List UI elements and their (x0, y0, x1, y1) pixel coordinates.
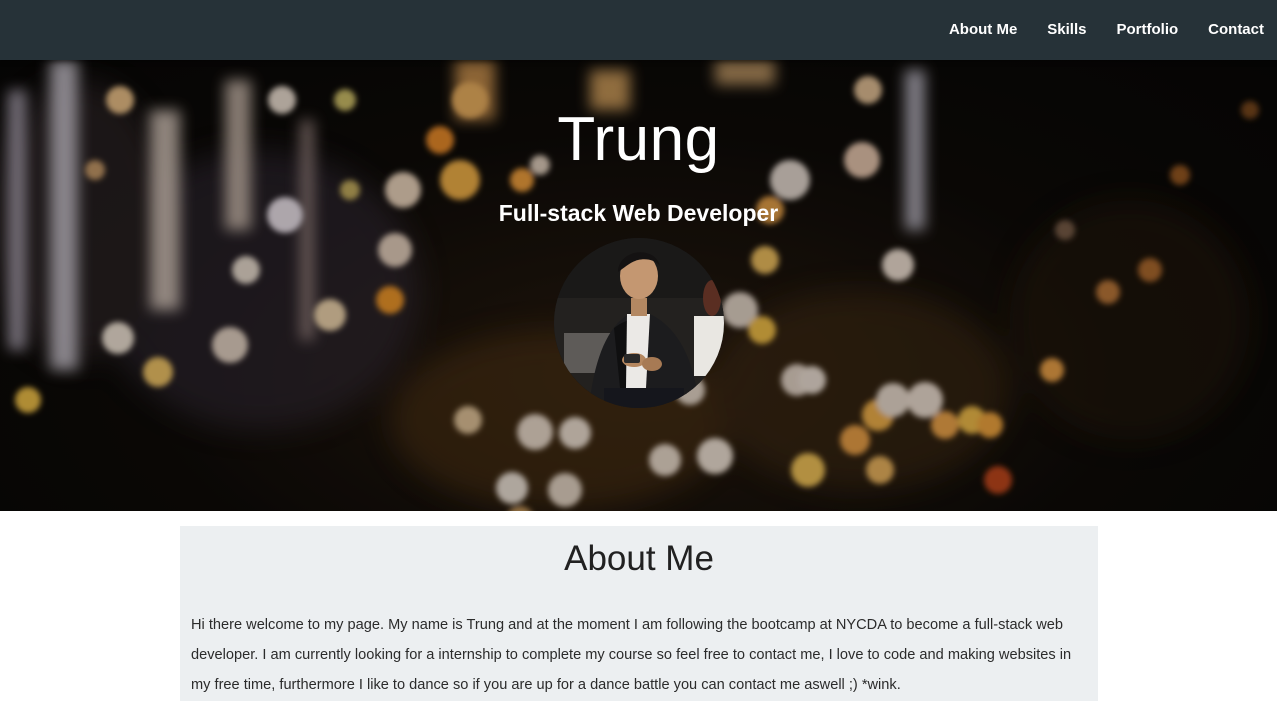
nav-links: About Me Skills Portfolio Contact (932, 0, 1277, 60)
nav-link-contact[interactable]: Contact (1191, 0, 1277, 60)
hero-role: Full-stack Web Developer (498, 200, 779, 226)
nav-link-skills[interactable]: Skills (1030, 0, 1099, 60)
about-text: Hi there welcome to my page. My name is … (191, 617, 1072, 693)
nav-link-about-me[interactable]: About Me (932, 0, 1030, 60)
profile-photo (554, 238, 724, 408)
about-title: About Me (564, 539, 714, 578)
nav-link-portfolio[interactable]: Portfolio (1100, 0, 1192, 60)
navbar: About Me Skills Portfolio Contact (0, 0, 1277, 60)
avatar (554, 238, 724, 408)
hero-section: Trung Full-stack Web Developer (0, 60, 1277, 511)
hero-name: Trung (557, 105, 720, 174)
about-section: About Me Hi there welcome to my page. My… (180, 526, 1098, 701)
